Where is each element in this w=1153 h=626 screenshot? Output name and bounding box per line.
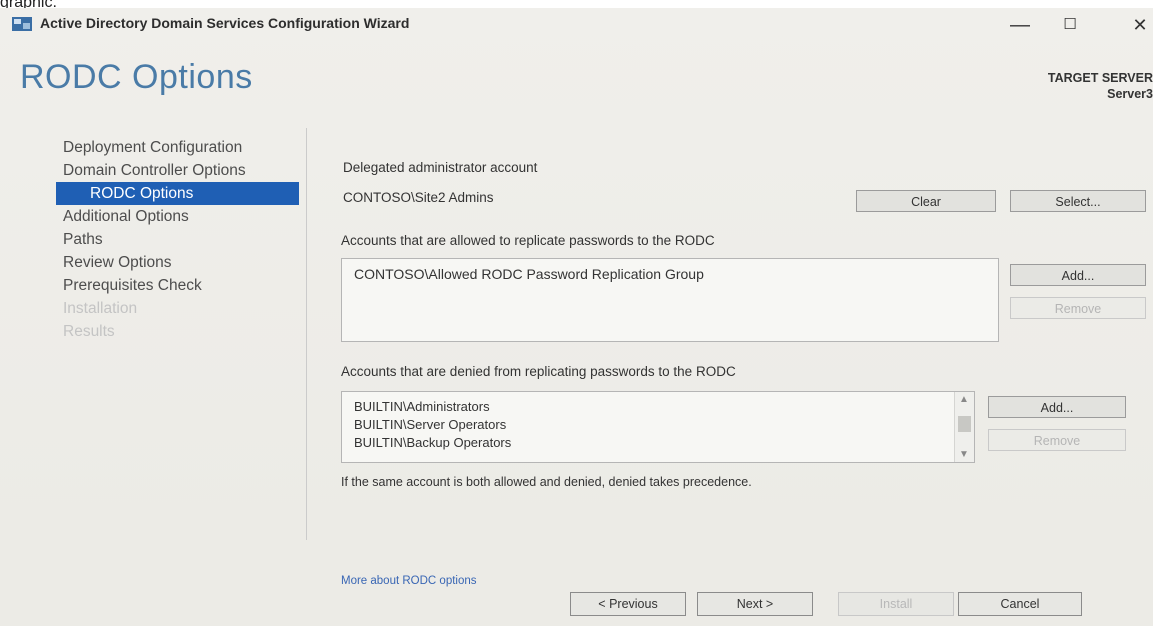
list-item[interactable]: BUILTIN\Server Operators (342, 416, 974, 434)
minimize-button[interactable]: — (1000, 13, 1040, 37)
allowed-add-button[interactable]: Add... (1010, 264, 1146, 286)
nav-item-domain-controller-options[interactable]: Domain Controller Options (56, 159, 306, 182)
scroll-thumb[interactable] (958, 416, 971, 432)
wizard-nav: Deployment Configuration Domain Controll… (56, 136, 306, 343)
allowed-accounts-list[interactable]: CONTOSO\Allowed RODC Password Replicatio… (341, 258, 999, 342)
denied-accounts-list[interactable]: BUILTIN\Administrators BUILTIN\Server Op… (341, 391, 975, 463)
nav-item-prerequisites-check[interactable]: Prerequisites Check (56, 274, 306, 297)
target-server: TARGET SERVER Server3 (1048, 70, 1153, 102)
install-button: Install (838, 592, 954, 616)
scroll-up-icon[interactable]: ▲ (959, 394, 969, 405)
clear-button[interactable]: Clear (856, 190, 996, 212)
target-server-label: TARGET SERVER (1047, 71, 1153, 85)
denied-list-scrollbar[interactable]: ▲ ▼ (954, 392, 974, 462)
list-item[interactable]: BUILTIN\Administrators (342, 398, 974, 416)
denied-remove-button: Remove (988, 429, 1126, 451)
delegated-admin-value: CONTOSO\Site2 Admins (343, 190, 494, 205)
previous-button[interactable]: < Previous (570, 592, 686, 616)
nav-divider (306, 128, 307, 540)
nav-item-additional-options[interactable]: Additional Options (56, 205, 306, 228)
denied-add-button[interactable]: Add... (988, 396, 1126, 418)
select-button[interactable]: Select... (1010, 190, 1146, 212)
scroll-down-icon[interactable]: ▼ (959, 449, 969, 460)
allowed-accounts-label: Accounts that are allowed to replicate p… (341, 233, 715, 248)
precedence-note: If the same account is both allowed and … (341, 475, 752, 489)
nav-item-installation: Installation (63, 300, 138, 317)
nav-item-paths[interactable]: Paths (56, 228, 306, 251)
target-server-value: Server3 (1107, 87, 1153, 101)
nav-item-review-options[interactable]: Review Options (56, 251, 306, 274)
list-item[interactable]: BUILTIN\Backup Operators (342, 434, 974, 452)
nav-item-rodc-options[interactable]: RODC Options (56, 182, 299, 205)
close-button[interactable]: ✕ (1120, 13, 1153, 37)
maximize-button[interactable]: ☐ (1050, 13, 1090, 37)
delegated-admin-label: Delegated administrator account (343, 160, 538, 175)
page-title: RODC Options (20, 58, 253, 96)
denied-accounts-label: Accounts that are denied from replicatin… (341, 364, 736, 379)
allowed-remove-button: Remove (1010, 297, 1146, 319)
ad-domain-services-icon (12, 17, 32, 31)
title-bar[interactable]: Active Directory Domain Services Configu… (0, 8, 1153, 42)
more-about-rodc-link[interactable]: More about RODC options (341, 575, 477, 587)
list-item[interactable]: CONTOSO\Allowed RODC Password Replicatio… (342, 259, 998, 283)
nav-item-results: Results (63, 323, 115, 340)
nav-item-deployment-configuration[interactable]: Deployment Configuration (56, 136, 306, 159)
cancel-button[interactable]: Cancel (958, 592, 1082, 616)
window-title: Active Directory Domain Services Configu… (40, 15, 410, 31)
next-button[interactable]: Next > (697, 592, 813, 616)
